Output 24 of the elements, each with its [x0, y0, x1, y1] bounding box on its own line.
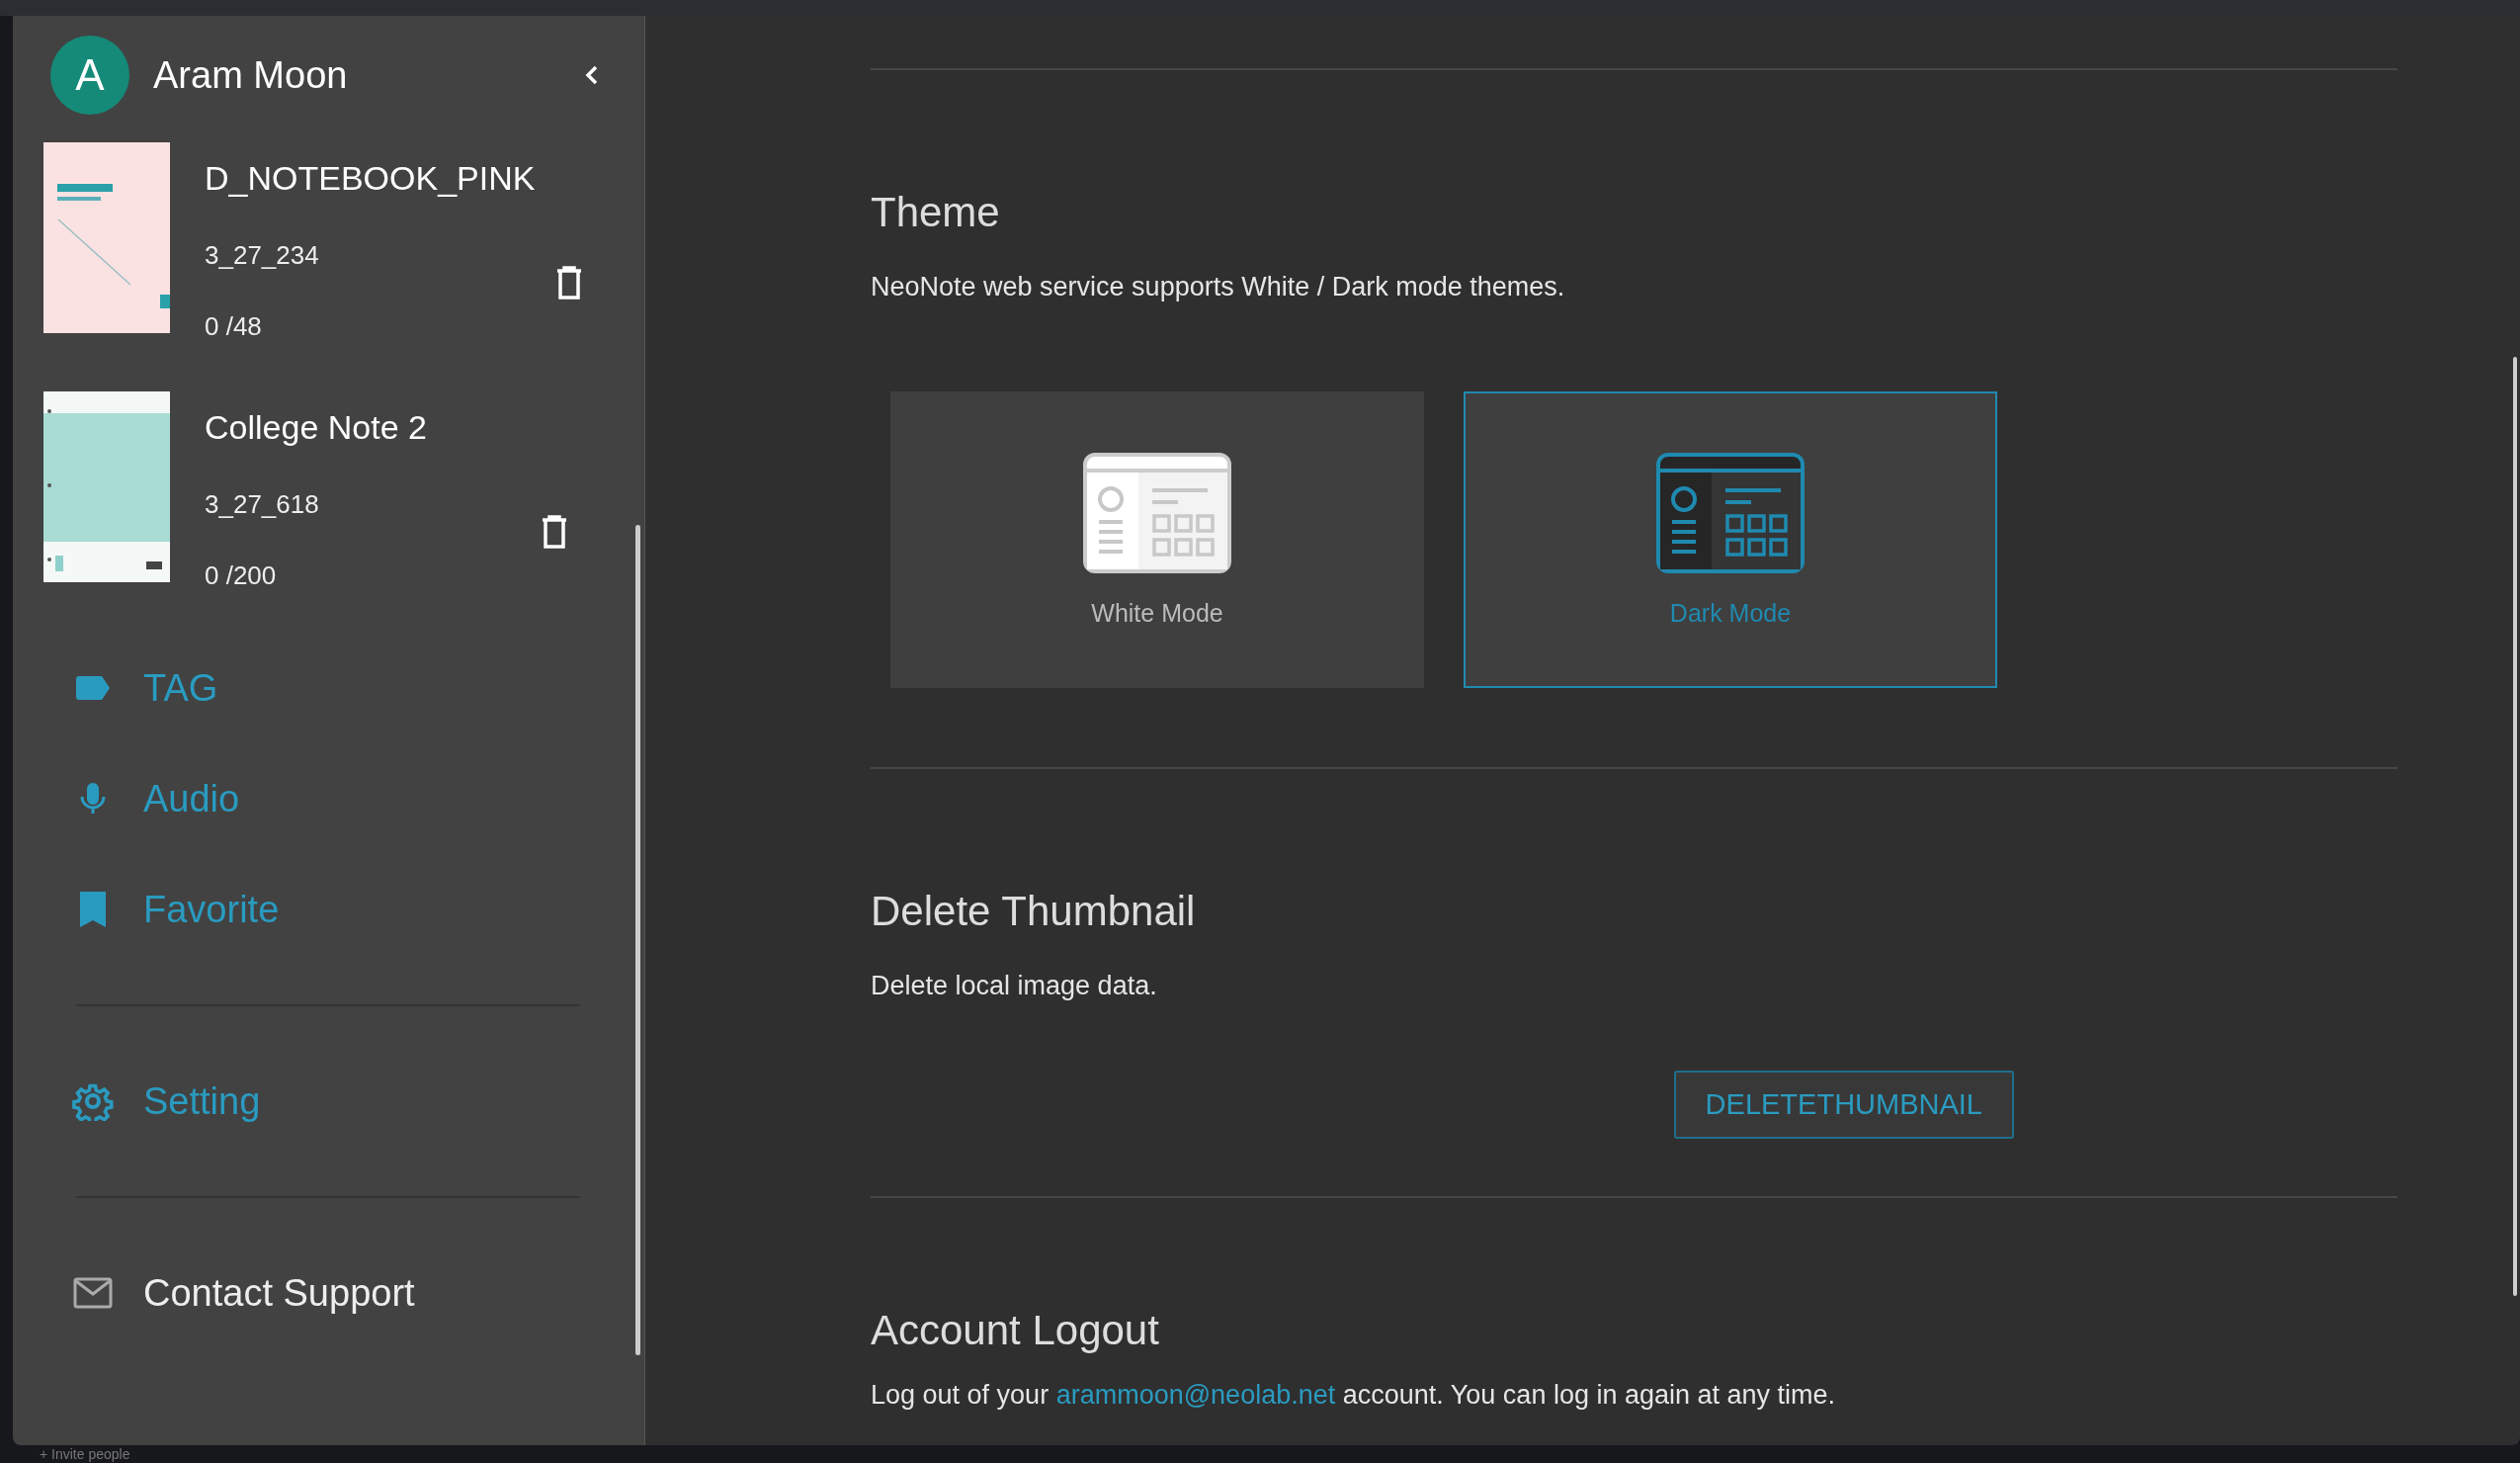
invite-people-text: + Invite people: [40, 1446, 130, 1462]
avatar: A: [50, 36, 129, 115]
email-link[interactable]: arammoon@neolab.net: [1055, 1380, 1336, 1410]
notebook-code: 3_27_234: [205, 239, 320, 272]
section-description: NeoNote web service supports White / Dark mode themes.: [871, 272, 1566, 302]
section-description: Log out of your arammoon@neolab.net account. You can log in again at any time.: [871, 1380, 1837, 1411]
page-count: 0 /200: [205, 559, 278, 592]
theme-option[interactable]: White Mode: [890, 391, 1424, 688]
section-description: Delete local image data.: [871, 971, 1158, 1001]
menu-item[interactable]: Setting: [33, 1046, 644, 1157]
user-name: Aram Moon: [153, 53, 349, 97]
theme-option[interactable]: Dark Mode: [1464, 391, 1997, 688]
section-heading: Theme: [871, 189, 1001, 236]
notebook-title[interactable]: College Note 2: [205, 403, 520, 451]
notebook-title[interactable]: D_NOTEBOOK_PINK: [205, 154, 536, 202]
menu-item[interactable]: TAG: [33, 633, 644, 743]
page-count: 0 /48: [205, 310, 263, 343]
notebook-code: 3_27_618: [205, 488, 320, 521]
section-heading: Account Logout: [871, 1307, 1160, 1354]
menu-item[interactable]: Favorite: [33, 854, 644, 965]
menu-item[interactable]: Audio: [33, 743, 644, 854]
delete-thumbnail-button[interactable]: DELETETHUMBNAIL: [1673, 1071, 2014, 1139]
section-heading: Delete Thumbnail: [871, 888, 1197, 935]
menu-item[interactable]: Contact Support: [33, 1238, 644, 1348]
